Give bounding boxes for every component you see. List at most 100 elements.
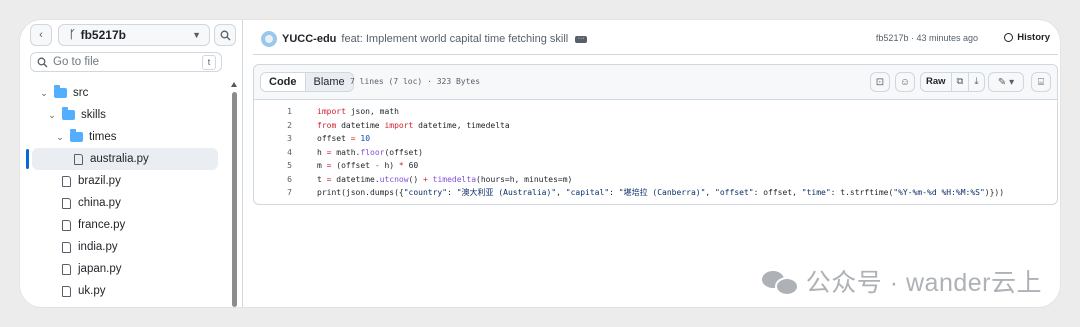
code-line: 3 offset = 10 <box>254 132 1057 146</box>
file-icon <box>62 285 71 297</box>
code-text: h = math.floor(offset) <box>317 147 423 157</box>
copy-icon[interactable]: ⧉ <box>952 73 970 91</box>
line-number[interactable]: 3 <box>254 132 292 146</box>
file-icon <box>62 263 71 275</box>
file-icon <box>62 175 71 187</box>
tree-file[interactable]: china.py <box>20 192 230 214</box>
search-icon <box>220 30 230 40</box>
go-to-file-placeholder: Go to file <box>53 56 100 68</box>
tree-folder[interactable]: ⌄ skills <box>20 104 230 126</box>
copilot-icon: ☺ <box>899 76 911 88</box>
open-symbols-button[interactable]: ⊡ <box>870 72 890 92</box>
panel-icon: ⌸ <box>1038 76 1044 88</box>
line-number[interactable]: 7 <box>254 186 292 200</box>
code-text: import json, math <box>317 107 399 116</box>
folder-icon <box>62 107 75 120</box>
author-avatar[interactable] <box>261 31 277 47</box>
symbols-panel-button[interactable]: ⌸ <box>1031 72 1051 92</box>
clock-icon <box>1004 33 1014 42</box>
tree-file[interactable]: uk.py <box>20 280 230 302</box>
tab-blame[interactable]: Blame <box>305 73 353 91</box>
symbols-icon: ⊡ <box>875 76 885 88</box>
copilot-button[interactable]: ☺ <box>895 72 915 92</box>
search-button[interactable] <box>214 24 236 46</box>
commit-author[interactable]: YUCC-edu <box>282 33 336 45</box>
line-number[interactable]: 5 <box>254 159 292 173</box>
tree-folder[interactable]: ⌄ times <box>20 126 230 148</box>
folder-icon <box>70 129 83 142</box>
tree-item-label: australia.py <box>90 153 149 165</box>
file-icon <box>62 241 71 253</box>
file-tree-sidebar: ‹ ᚴ fb5217b ▼ Go to file t ⌄ src ⌄ skills ⌄ t… <box>20 20 243 307</box>
go-to-file-input[interactable]: Go to file t <box>30 52 222 72</box>
file-header: Code Blame 7 lines (7 loc) · 323 Bytes ⊡… <box>254 65 1057 100</box>
tree-folder[interactable]: ⌄ src <box>20 82 230 104</box>
code-block: 1 import json, math 2 from datetime import … <box>254 105 1057 200</box>
tree-file[interactable]: india.py <box>20 236 230 258</box>
file-tree: ⌄ src ⌄ skills ⌄ times australia.py brazil.py ch… <box>20 82 230 302</box>
branch-icon: ᚴ <box>69 29 76 41</box>
folder-icon <box>54 85 67 98</box>
chevron-down-icon[interactable]: ⌄ <box>54 132 66 143</box>
watermark: 公众号 · wander云上 <box>761 263 1042 299</box>
tree-item-label: brazil.py <box>78 175 121 187</box>
history-label: History <box>1017 32 1050 43</box>
scroll-up-arrow[interactable] <box>231 82 237 87</box>
chevron-down-icon[interactable]: ⌄ <box>38 88 50 99</box>
code-text: t = datetime.utcnow() + timedelta(hours=… <box>317 174 573 184</box>
tree-item-label: china.py <box>78 197 121 209</box>
tree-item-label: india.py <box>78 241 118 253</box>
code-line: 6 t = datetime.utcnow() + timedelta(hours… <box>254 173 1057 187</box>
chevron-left-icon: ‹ <box>39 29 43 41</box>
code-line: 7 print(json.dumps({"country": "澳大利亚 (Aus… <box>254 186 1057 200</box>
tree-file[interactable]: japan.py <box>20 258 230 280</box>
history-button[interactable]: History <box>1004 32 1050 43</box>
branch-name: fb5217b <box>80 28 126 42</box>
chevron-down-icon[interactable]: ⌄ <box>46 110 58 121</box>
view-toggle: Code Blame <box>260 72 354 92</box>
scrollbar-thumb[interactable] <box>232 92 237 307</box>
code-line: 5 m = (offset - h) * 60 <box>254 159 1057 173</box>
watermark-text: 公众号 · wander云上 <box>805 269 1042 297</box>
ellipsis-icon[interactable]: ··· <box>575 35 588 43</box>
tree-item-label: japan.py <box>78 263 122 275</box>
selected-indicator <box>26 149 29 169</box>
file-icon <box>62 197 71 209</box>
tree-file[interactable]: australia.py <box>32 148 218 170</box>
main-content: YUCC-edu feat: Implement world capital t… <box>243 20 1060 307</box>
line-number[interactable]: 6 <box>254 173 292 187</box>
tree-item-label: times <box>89 131 117 143</box>
raw-button[interactable]: Raw <box>921 73 952 91</box>
tree-item-label: france.py <box>78 219 126 231</box>
shortcut-key: t <box>202 55 216 70</box>
caret-down-icon: ▼ <box>192 30 201 40</box>
collapse-sidebar-button[interactable]: ‹ <box>30 24 52 46</box>
file-icon <box>74 153 83 165</box>
tree-item-label: skills <box>81 109 106 121</box>
wechat-logo-icon <box>761 269 799 296</box>
code-line: 4 h = math.floor(offset) <box>254 146 1057 160</box>
edit-button[interactable]: ✎ ▾ <box>988 72 1024 92</box>
tree-file[interactable]: france.py <box>20 214 230 236</box>
line-number[interactable]: 4 <box>254 146 292 160</box>
commit-message[interactable]: feat: Implement world capital time fetch… <box>341 33 568 45</box>
code-text: from datetime import datetime, timedelta <box>317 120 510 130</box>
tree-item-label: uk.py <box>78 285 106 297</box>
file-viewer: Code Blame 7 lines (7 loc) · 323 Bytes ⊡… <box>253 64 1058 205</box>
download-icon[interactable]: ⤓ <box>969 73 983 91</box>
tab-code[interactable]: Code <box>261 73 306 91</box>
tree-file[interactable]: brazil.py <box>20 170 230 192</box>
line-number[interactable]: 2 <box>254 119 292 133</box>
search-icon <box>37 57 48 67</box>
raw-actions-group: Raw ⧉ ⤓ <box>920 72 985 92</box>
file-icon <box>62 219 71 231</box>
code-line: 2 from datetime import datetime, timedelt… <box>254 119 1057 133</box>
commit-meta[interactable]: fb5217b · 43 minutes ago <box>876 33 978 43</box>
line-number[interactable]: 1 <box>254 105 292 119</box>
branch-selector[interactable]: ᚴ fb5217b ▼ <box>58 24 210 46</box>
tree-item-label: src <box>73 87 89 99</box>
code-line: 1 import json, math <box>254 105 1057 119</box>
code-text: m = (offset - h) * 60 <box>317 161 419 170</box>
file-info: 7 lines (7 loc) · 323 Bytes <box>350 77 481 86</box>
github-file-view: ‹ ᚴ fb5217b ▼ Go to file t ⌄ src ⌄ skills ⌄ t… <box>20 20 1060 307</box>
